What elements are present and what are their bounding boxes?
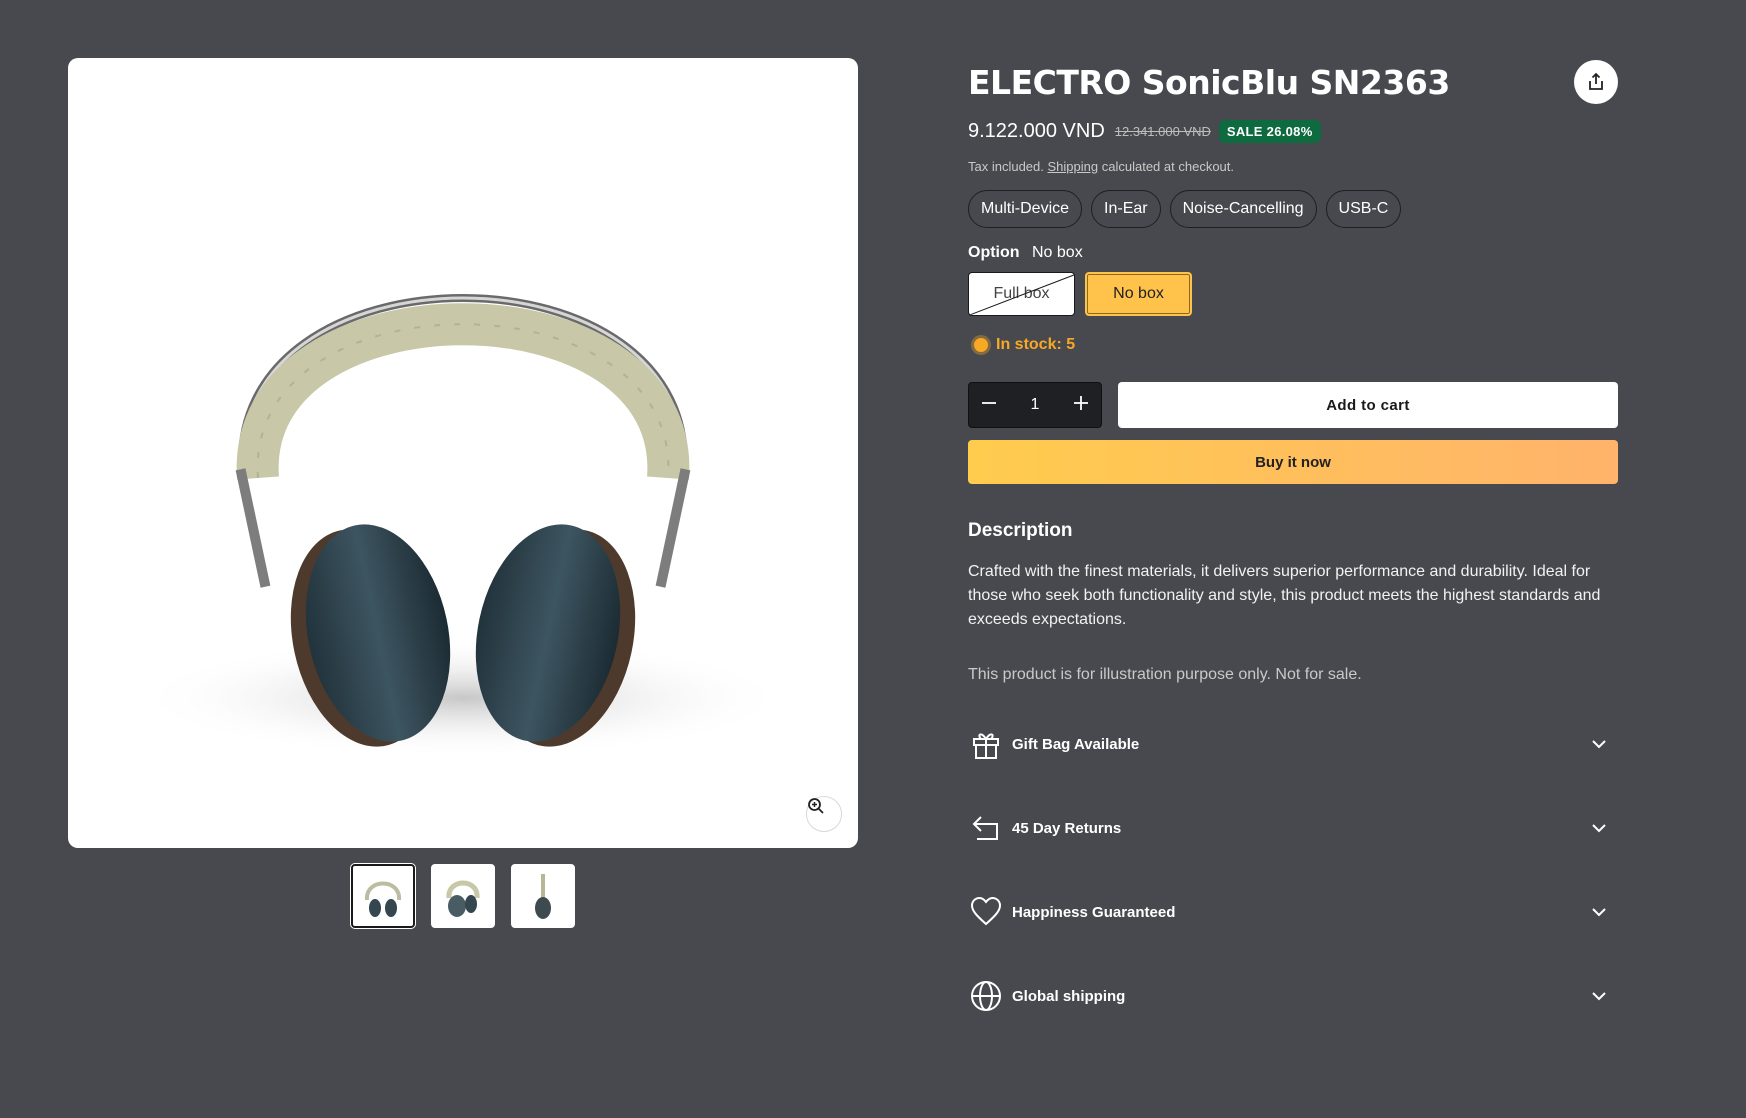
accordion-label: Happiness Guaranteed bbox=[1012, 903, 1176, 921]
zoom-button[interactable] bbox=[806, 796, 842, 832]
price-row: 9.122.000 VND 12.341.000 VND SALE 26.08% bbox=[968, 120, 1618, 143]
accordion-returns[interactable]: 45 Day Returns bbox=[968, 786, 1618, 870]
share-icon bbox=[1589, 72, 1603, 90]
description-body: Crafted with the finest materials, it de… bbox=[968, 563, 1601, 628]
zoom-in-icon bbox=[808, 798, 824, 814]
minus-icon bbox=[982, 401, 996, 404]
compare-price: 12.341.000 VND bbox=[1114, 124, 1211, 139]
tag-usb-c: USB-C bbox=[1325, 190, 1402, 228]
tax-note: Tax included. Shipping calculated at che… bbox=[968, 159, 1618, 174]
tax-suffix: calculated at checkout. bbox=[1101, 159, 1234, 174]
current-price: 9.122.000 VND bbox=[968, 120, 1105, 142]
feature-tags: Multi-Device In-Ear Noise-Cancelling USB… bbox=[968, 190, 1618, 228]
tax-prefix: Tax included. bbox=[968, 159, 1044, 174]
chevron-down-icon bbox=[1592, 908, 1606, 917]
tag-multi-device: Multi-Device bbox=[968, 190, 1083, 228]
shipping-link[interactable]: Shipping bbox=[1048, 159, 1099, 174]
headphones-angle-thumbnail bbox=[446, 880, 480, 917]
stock-dot-icon bbox=[974, 338, 988, 352]
description-heading: Description bbox=[968, 520, 1073, 541]
heart-icon bbox=[968, 894, 1004, 930]
chevron-down-icon bbox=[1592, 824, 1606, 833]
quantity-stepper: 1 bbox=[968, 382, 1102, 428]
chevron-down-icon bbox=[1592, 740, 1606, 749]
product-main-image[interactable] bbox=[68, 58, 858, 848]
thumbnail-1[interactable] bbox=[351, 864, 415, 928]
sale-badge: SALE 26.08% bbox=[1218, 120, 1321, 143]
quantity-input[interactable]: 1 bbox=[1031, 396, 1040, 414]
stock-status: In stock: 5 bbox=[968, 336, 1618, 354]
option-heading: Option No box bbox=[968, 244, 1618, 262]
accordion-label: Gift Bag Available bbox=[1012, 735, 1140, 753]
share-button[interactable] bbox=[1574, 60, 1618, 104]
plus-icon bbox=[1074, 395, 1088, 410]
chevron-down-icon bbox=[1592, 992, 1606, 1001]
globe-icon bbox=[968, 978, 1004, 1014]
stock-text: In stock: 5 bbox=[996, 336, 1076, 353]
headphones-image bbox=[133, 294, 793, 758]
increase-quantity-button[interactable] bbox=[1071, 393, 1091, 418]
headphones-front-thumbnail bbox=[365, 881, 401, 917]
option-selected-value: No box bbox=[1032, 244, 1083, 261]
description-note: This product is for illustration purpose… bbox=[968, 666, 1362, 683]
accordion-label: Global shipping bbox=[1012, 987, 1126, 1005]
option-no-box[interactable]: No box bbox=[1085, 272, 1192, 316]
thumbnail-3[interactable] bbox=[511, 864, 575, 928]
buy-now-button[interactable]: Buy it now bbox=[968, 440, 1618, 484]
accordion-global-shipping[interactable]: Global shipping bbox=[968, 954, 1618, 1038]
option-full-box[interactable]: Full box bbox=[968, 272, 1075, 316]
tag-noise-cancelling: Noise-Cancelling bbox=[1169, 190, 1317, 228]
accordion-gift-bag[interactable]: Gift Bag Available bbox=[968, 702, 1618, 786]
add-to-cart-button[interactable]: Add to cart bbox=[1118, 382, 1618, 428]
gift-icon bbox=[968, 726, 1004, 762]
accordion-label: 45 Day Returns bbox=[1012, 819, 1122, 837]
accordion-happiness[interactable]: Happiness Guaranteed bbox=[968, 870, 1618, 954]
thumbnail-list bbox=[351, 864, 575, 928]
accordion-list: Gift Bag Available 45 Day Returns Happin… bbox=[968, 702, 1618, 1038]
decrease-quantity-button[interactable] bbox=[979, 393, 999, 418]
headphones-side-thumbnail bbox=[535, 874, 551, 919]
product-title: ELECTRO SonicBlu SN2363 bbox=[968, 63, 1450, 102]
product-info: ELECTRO SonicBlu SN2363 9.122.000 VND 12… bbox=[968, 58, 1618, 1038]
return-arrow-icon bbox=[968, 810, 1004, 846]
option-selector: Full box No box bbox=[968, 272, 1618, 316]
thumbnail-2[interactable] bbox=[431, 864, 495, 928]
tag-in-ear: In-Ear bbox=[1091, 190, 1161, 228]
option-name: Option bbox=[968, 244, 1020, 261]
cart-row: 1 Add to cart bbox=[968, 382, 1618, 428]
